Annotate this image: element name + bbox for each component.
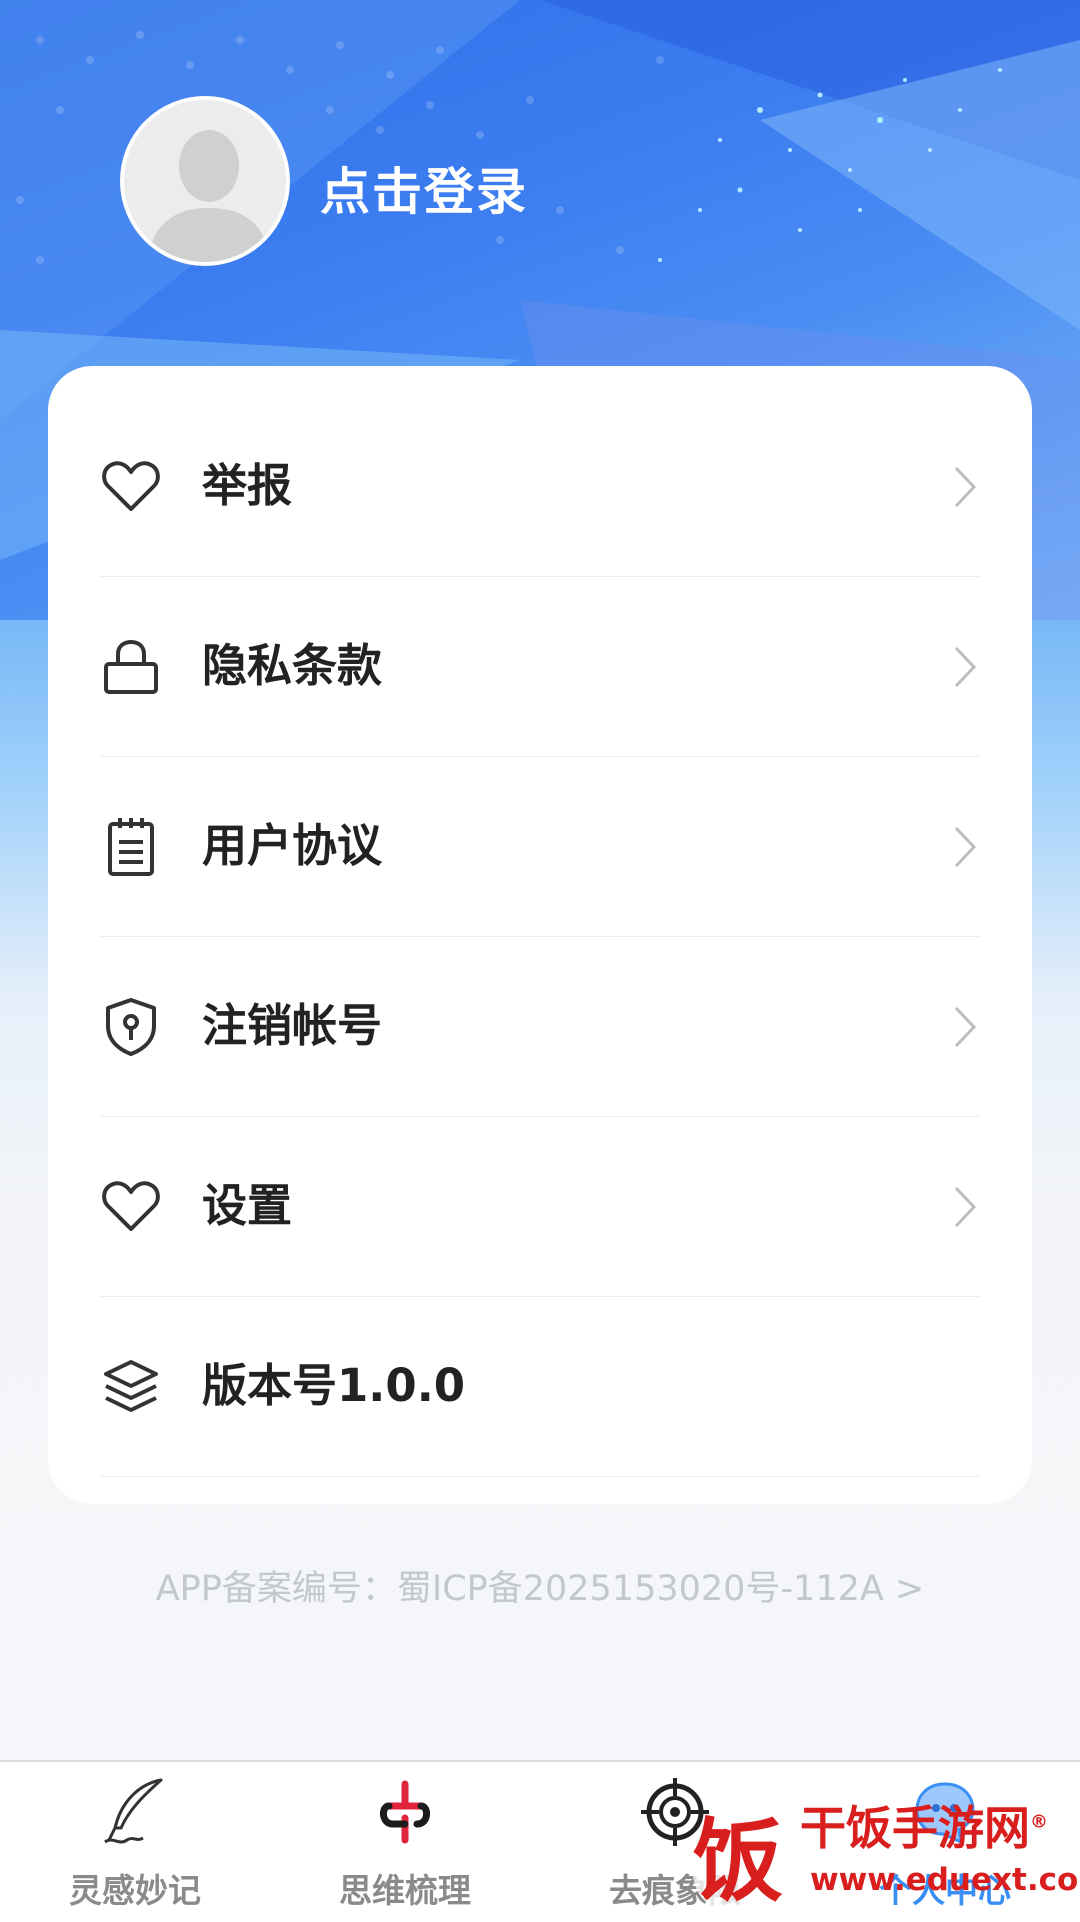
menu-item-label: 用户协议 — [202, 819, 383, 872]
menu-item-label: 举报 — [202, 459, 293, 512]
menu-item-report[interactable]: 举报 — [100, 396, 980, 577]
login-prompt[interactable]: 点击登录 — [320, 152, 528, 224]
chevron-right-icon — [954, 466, 977, 508]
version-label: 版本号1.0.0 — [202, 1359, 466, 1412]
quill-icon — [104, 1778, 163, 1844]
menu-item-settings[interactable]: 设置 — [100, 1116, 980, 1297]
notepad-icon — [108, 818, 154, 876]
tab-label: 灵感妙记 — [69, 1871, 201, 1910]
shield-keyhole-icon — [106, 998, 156, 1056]
default-avatar-icon — [124, 100, 286, 262]
avatar[interactable] — [120, 96, 290, 266]
tab-mind-mapping[interactable]: 思维梳理 — [270, 1762, 540, 1922]
watermark-logo-icon: 饭 — [692, 1809, 785, 1914]
heart-icon — [102, 1181, 160, 1231]
chevron-right-icon — [954, 826, 977, 868]
tab-inspiration-notes[interactable]: 灵感妙记 — [0, 1762, 270, 1922]
watermark-glyph: 饭 — [693, 1809, 783, 1914]
registered-mark: ® — [1030, 1811, 1048, 1833]
site-watermark: 饭 干饭手游网® www.eduext.com — [680, 1792, 1080, 1920]
menu-item-label: 设置 — [202, 1179, 293, 1232]
menu-item-user-agreement[interactable]: 用户协议 — [100, 756, 980, 937]
menu-item-privacy-policy[interactable]: 隐私条款 — [100, 576, 980, 757]
menu-item-label: 隐私条款 — [202, 639, 383, 692]
menu-item-version: 版本号1.0.0 — [100, 1296, 980, 1477]
menu-item-delete-account[interactable]: 注销帐号 — [100, 936, 980, 1117]
watermark-url: www.eduext.com — [810, 1862, 1080, 1898]
layers-icon — [104, 1360, 158, 1412]
tab-label: 思维梳理 — [339, 1871, 471, 1910]
chevron-right-icon — [954, 1186, 977, 1228]
watermark-title: 干饭手游网® — [800, 1801, 1048, 1855]
chevron-right-icon — [954, 646, 977, 688]
chevron-right-icon — [954, 1006, 977, 1048]
icp-filing-link[interactable]: APP备案编号：蜀ICP备2025153020号-112A > — [0, 1560, 1080, 1611]
heart-icon — [102, 461, 160, 511]
lock-icon — [104, 639, 158, 694]
knot-icon — [380, 1780, 430, 1844]
menu-item-label: 注销帐号 — [202, 999, 383, 1052]
